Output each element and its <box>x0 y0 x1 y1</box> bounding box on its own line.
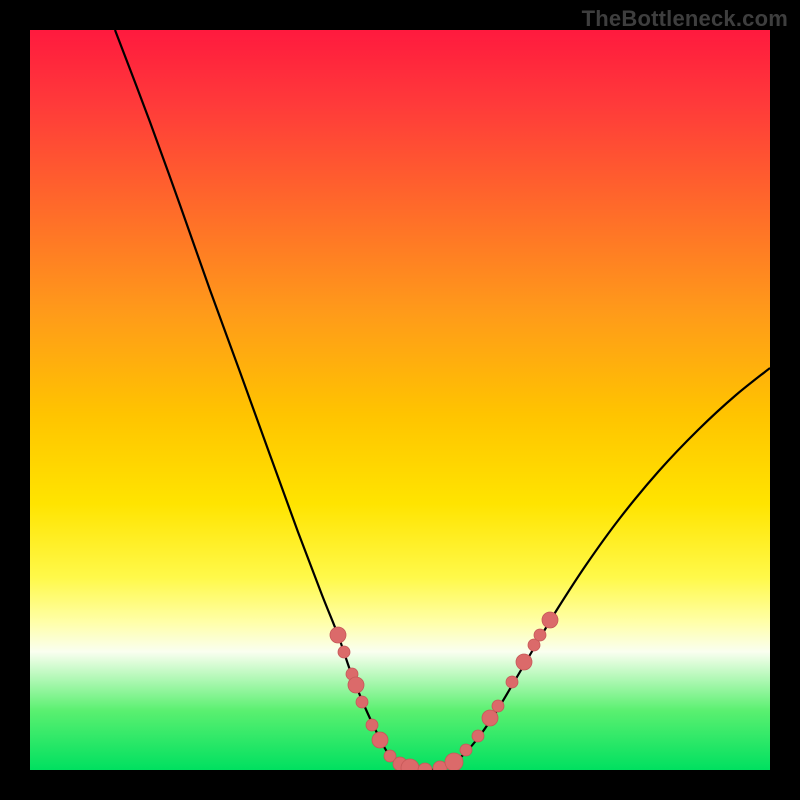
marker-point <box>516 654 532 670</box>
marker-point <box>506 676 518 688</box>
highlight-points <box>330 612 558 770</box>
marker-point <box>542 612 558 628</box>
marker-point <box>460 744 472 756</box>
marker-point <box>356 696 368 708</box>
plot-area <box>30 30 770 770</box>
marker-point <box>445 753 463 770</box>
curve-svg <box>30 30 770 770</box>
attribution-label: TheBottleneck.com <box>582 6 788 32</box>
marker-point <box>482 710 498 726</box>
marker-point <box>348 677 364 693</box>
marker-point <box>330 627 346 643</box>
marker-point <box>492 700 504 712</box>
marker-point <box>338 646 350 658</box>
marker-point <box>534 629 546 641</box>
marker-point <box>366 719 378 731</box>
marker-point <box>418 763 432 770</box>
marker-point <box>372 732 388 748</box>
marker-point <box>472 730 484 742</box>
chart-frame: TheBottleneck.com <box>0 0 800 800</box>
bottleneck-curve <box>115 30 770 770</box>
